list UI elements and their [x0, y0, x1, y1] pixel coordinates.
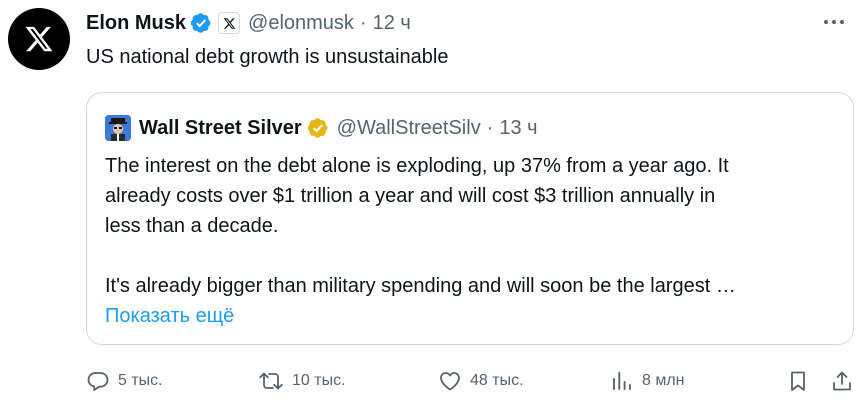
like-button[interactable]: 48 тыс. — [438, 366, 524, 396]
separator-dot: · — [359, 11, 367, 34]
tweet-header: Elon Musk @elonmusk · 12 ч — [86, 9, 411, 37]
quote-text: The interest on the debt alone is explod… — [105, 151, 845, 331]
quote-text-line: It's already bigger than military spendi… — [105, 275, 736, 297]
quote-text-line: The interest on the debt alone is explod… — [105, 155, 729, 177]
like-count: 48 тыс. — [470, 372, 524, 389]
reply-icon — [87, 372, 109, 391]
quote-header: Wall Street Silver @WallStreetSilv · 13 … — [105, 115, 538, 141]
reply-button[interactable]: 5 тыс. — [86, 366, 163, 396]
tweet-text: US national debt growth is unsustainable — [86, 46, 449, 68]
like-icon — [440, 372, 460, 391]
quote-author-name[interactable]: Wall Street Silver — [139, 117, 302, 140]
bookmark-button[interactable] — [786, 366, 810, 396]
repost-button[interactable]: 10 тыс. — [258, 366, 346, 396]
views-count: 8 млн — [642, 372, 685, 389]
repost-icon — [259, 372, 283, 390]
quote-post-time[interactable]: 13 ч — [499, 117, 537, 140]
x-logo-icon — [25, 26, 53, 52]
author-handle[interactable]: @elonmusk — [248, 12, 354, 35]
quote-text-line: less than a decade. — [105, 215, 279, 237]
bookmark-icon — [791, 371, 805, 391]
views-icon — [613, 372, 631, 390]
avatar[interactable] — [8, 8, 70, 70]
verified-icon[interactable] — [190, 12, 212, 34]
more-button[interactable] — [819, 10, 849, 34]
quote-separator-dot: · — [486, 116, 494, 139]
x-badge-icon[interactable] — [218, 12, 241, 34]
gold-verified-icon[interactable] — [307, 117, 329, 139]
reply-count: 5 тыс. — [118, 372, 163, 389]
quoted-tweet[interactable]: Wall Street Silver @WallStreetSilv · 13 … — [86, 92, 854, 345]
views-button[interactable]: 8 млн — [610, 366, 685, 396]
action-bar: 5 тыс. 10 тыс. 48 тыс. 8 млн — [86, 366, 856, 396]
quote-text-line: already costs over $1 trillion a year an… — [105, 185, 716, 207]
post-time[interactable]: 12 ч — [373, 12, 411, 35]
author-name[interactable]: Elon Musk — [86, 12, 186, 35]
more-icon — [824, 20, 844, 24]
share-button[interactable] — [830, 366, 854, 396]
quote-avatar[interactable] — [105, 115, 131, 141]
show-more-link[interactable]: Показать ещё — [105, 305, 234, 327]
repost-count: 10 тыс. — [292, 372, 346, 389]
share-icon — [833, 371, 851, 391]
quote-author-handle[interactable]: @WallStreetSilv — [337, 117, 481, 140]
